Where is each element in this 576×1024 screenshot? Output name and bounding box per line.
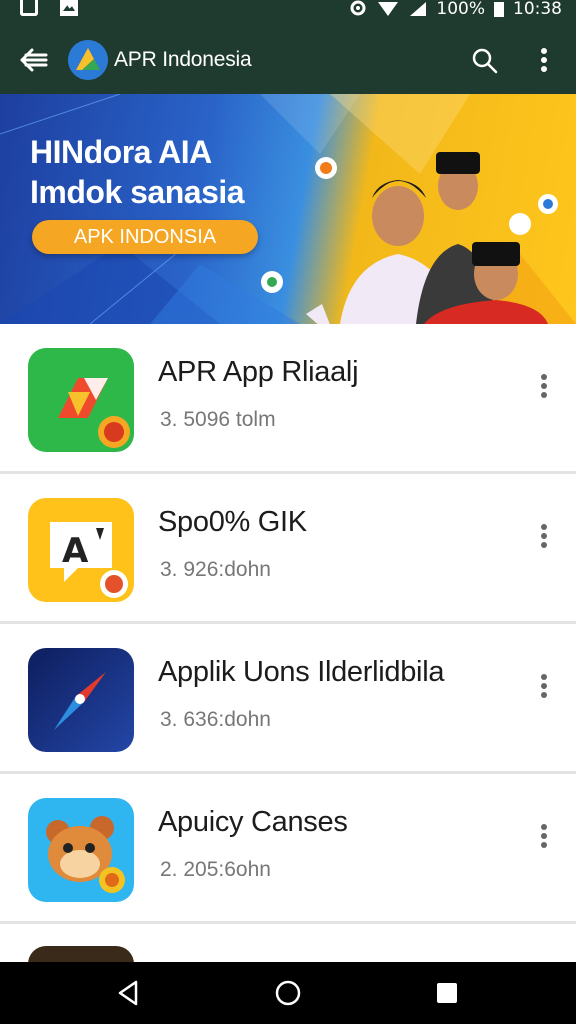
- battery-icon: [494, 2, 504, 17]
- nav-recents-icon[interactable]: [430, 976, 464, 1010]
- clock: 10:38: [513, 0, 562, 19]
- app-title: APR Indonesia: [114, 48, 252, 71]
- app-subtitle: 3. 5096 tolm: [160, 408, 276, 431]
- list-item[interactable]: Apuicy Canses 2. 205:6ohn: [0, 774, 576, 924]
- more-vert-icon[interactable]: [532, 520, 556, 550]
- more-vert-icon[interactable]: [532, 820, 556, 850]
- app-subtitle: 3. 636:dohn: [160, 708, 271, 731]
- promo-banner[interactable]: HINdora AIA Imdok sanasia APK INDONSIA: [0, 94, 576, 324]
- svg-text:A: A: [62, 531, 89, 571]
- app-logo: [68, 40, 108, 80]
- image-notification-icon: [60, 0, 78, 16]
- notification-box-icon: [20, 0, 38, 16]
- list-item[interactable]: APR App Rliaalj 3. 5096 tolm: [0, 324, 576, 474]
- banner-headline-line2: Imdok sanasia: [30, 174, 245, 210]
- compass-icon: [28, 648, 134, 752]
- app-title: Spo0% GIK: [158, 506, 307, 538]
- back-arrow-icon[interactable]: [18, 46, 50, 74]
- letter-a-chat-icon: A: [28, 498, 134, 602]
- system-nav-bar: [0, 962, 576, 1024]
- app-bar: APR Indonesia: [0, 26, 576, 94]
- nav-back-icon[interactable]: [112, 976, 146, 1010]
- status-bar: 100% 10:38: [0, 0, 576, 26]
- wifi-icon: [378, 2, 399, 16]
- more-vert-icon[interactable]: [532, 670, 556, 700]
- app-title: APR App Rliaalj: [158, 356, 359, 388]
- list-item[interactable]: A Spo0% GIK 3. 926:dohn: [0, 474, 576, 624]
- banner-headline-line1: HINdora AIA: [30, 134, 212, 170]
- search-icon[interactable]: [470, 46, 498, 74]
- cartoon-monkey-icon: [28, 798, 134, 902]
- more-vert-icon[interactable]: [532, 44, 556, 76]
- app-subtitle: 2. 205:6ohn: [160, 858, 271, 881]
- banner-headline: HINdora AIA Imdok sanasia: [30, 132, 245, 212]
- battery-percent: 100%: [436, 0, 485, 19]
- status-right-icons: 100% 10:38: [348, 0, 562, 19]
- app-subtitle: 3. 926:dohn: [160, 558, 271, 581]
- status-left-icons: [20, 0, 78, 18]
- list-item-partial[interactable]: [0, 924, 576, 976]
- gear-status-icon: [350, 0, 366, 16]
- app-title: Apuicy Canses: [158, 806, 348, 838]
- list-item[interactable]: Applik Uons Ilderlidbila 3. 636:dohn: [0, 624, 576, 774]
- more-vert-icon[interactable]: [532, 370, 556, 400]
- signal-icon: [410, 2, 427, 16]
- nav-home-icon[interactable]: [271, 976, 305, 1010]
- banner-cta-button[interactable]: APK INDONSIA: [32, 220, 258, 254]
- app-title: Applik Uons Ilderlidbila: [158, 656, 445, 688]
- green-arrow-app-icon: [28, 348, 134, 452]
